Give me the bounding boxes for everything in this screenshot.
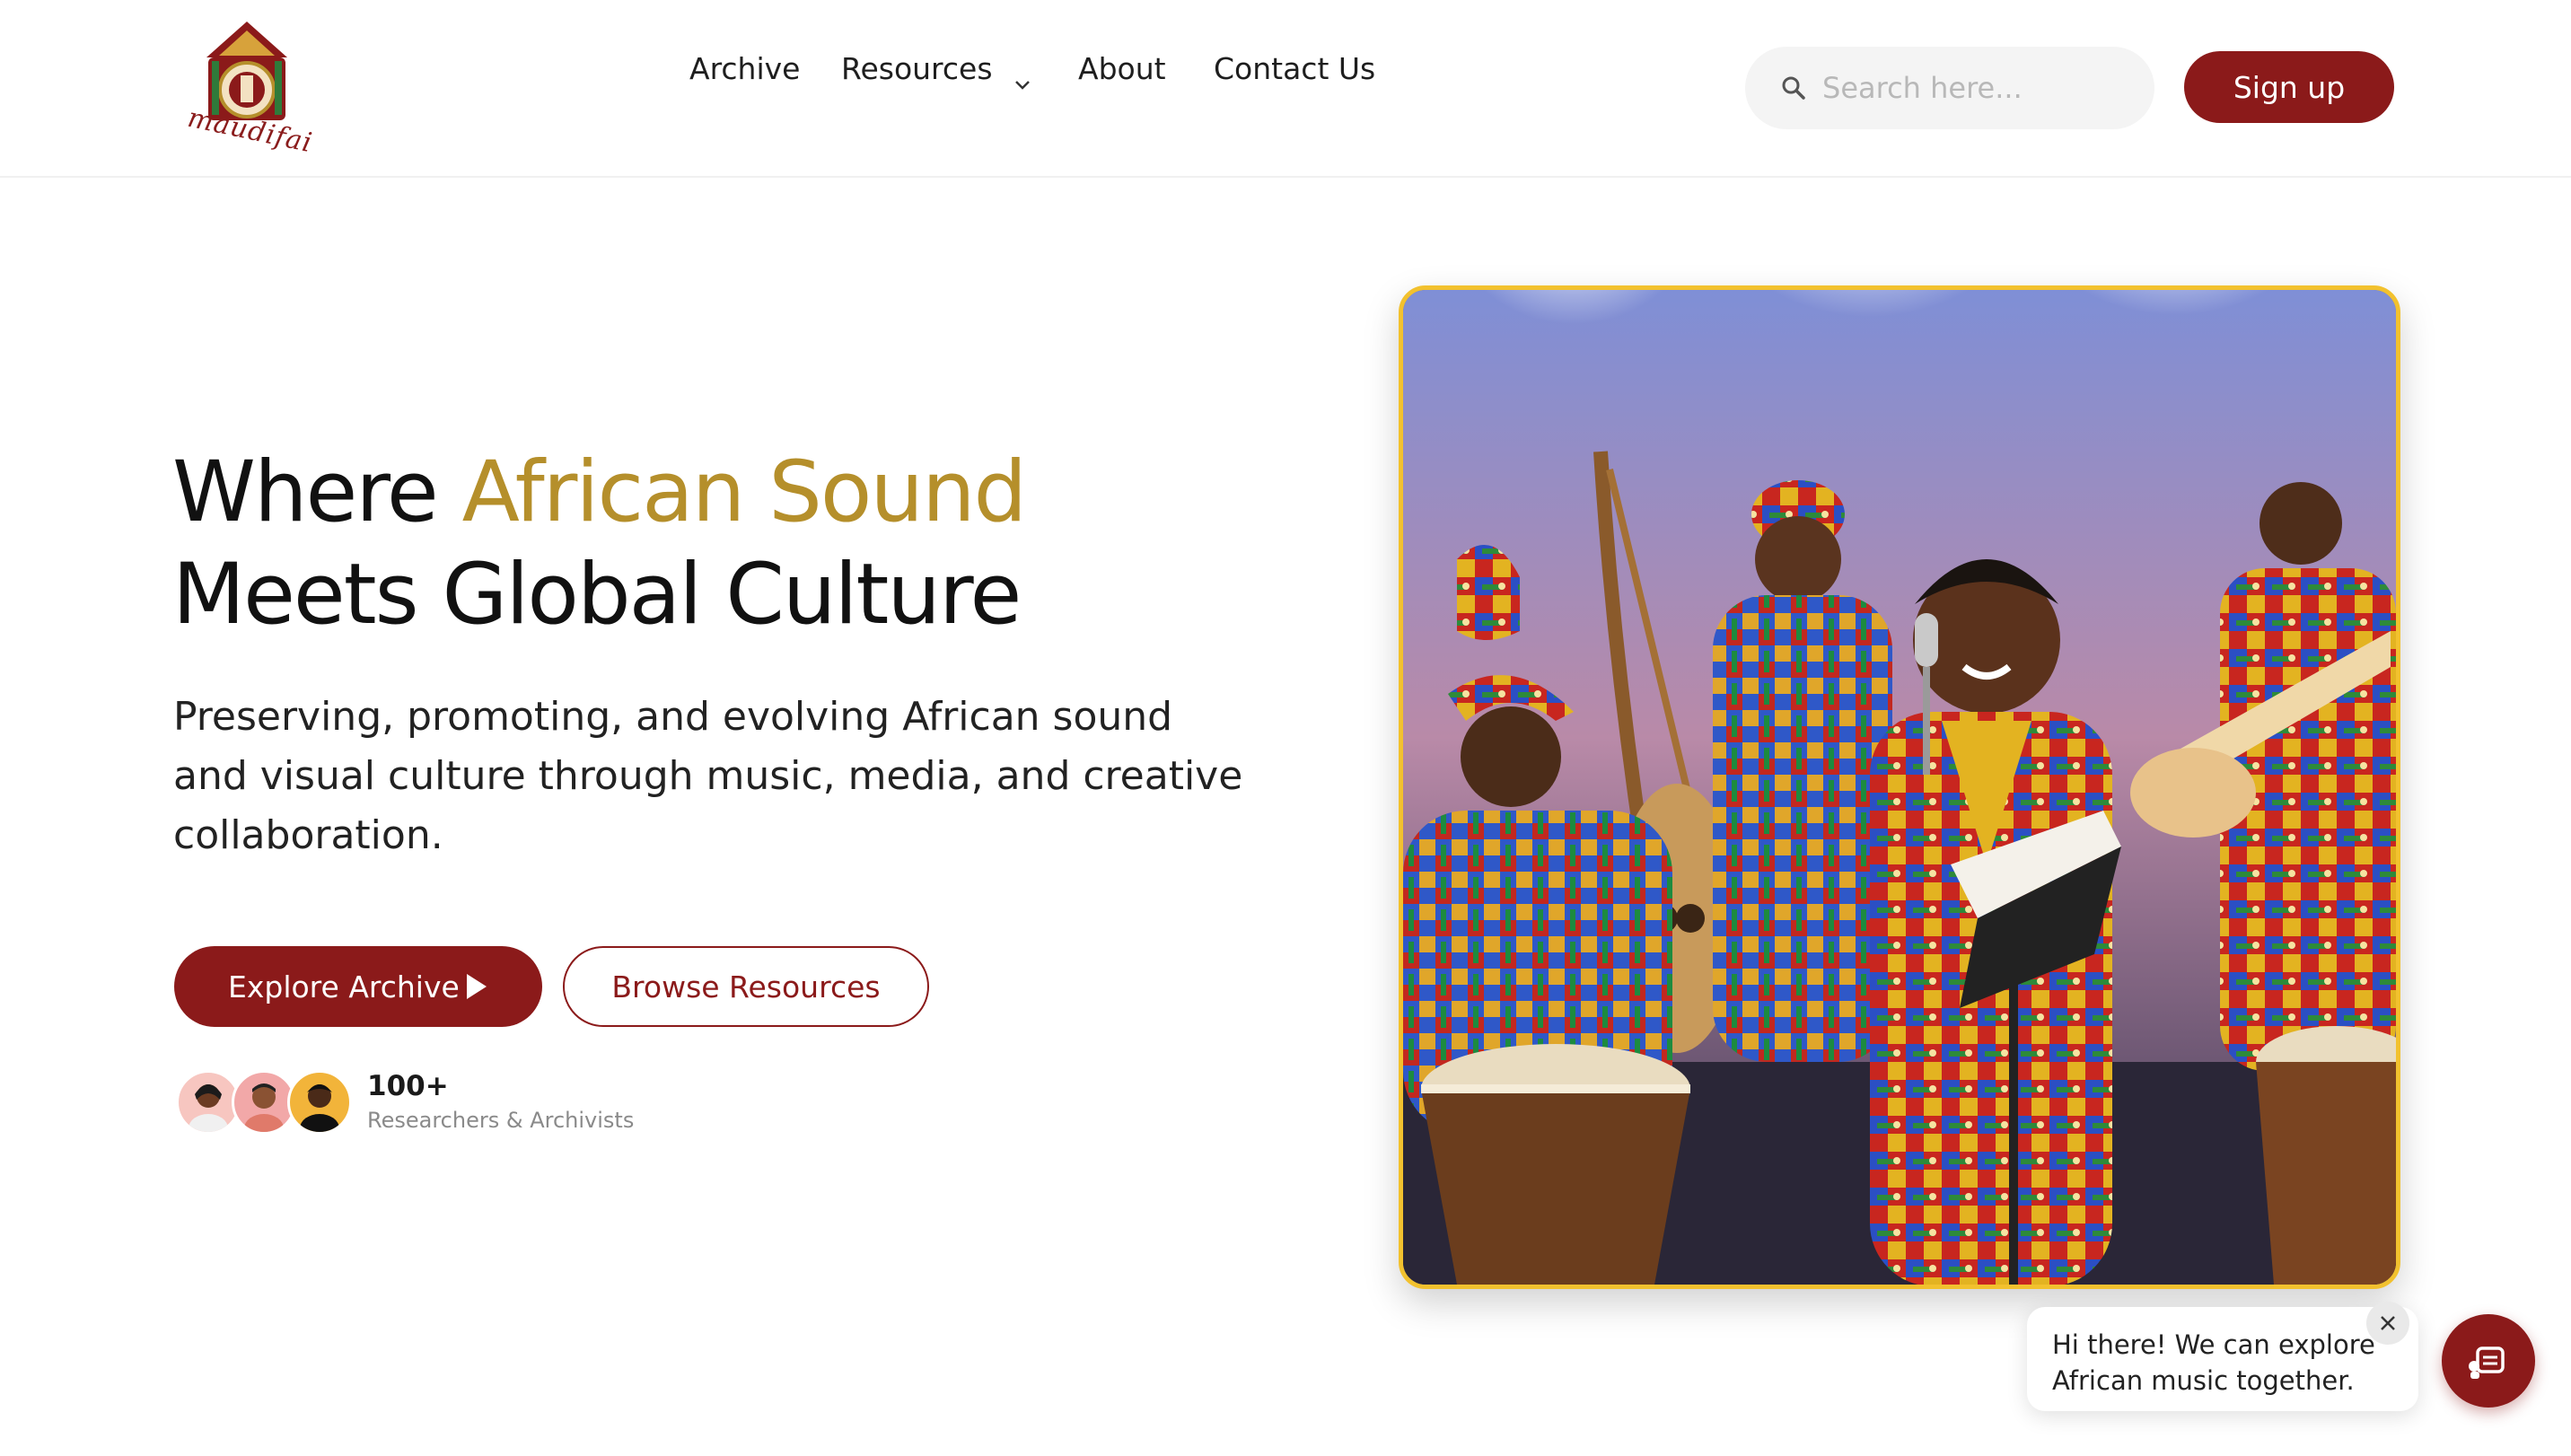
avatar xyxy=(287,1070,352,1135)
nav-resources[interactable]: Resources xyxy=(841,51,993,86)
explore-archive-label: Explore Archive xyxy=(228,969,460,1004)
search-input[interactable] xyxy=(1822,65,2128,111)
search-box[interactable] xyxy=(1745,47,2154,129)
signup-button[interactable]: Sign up xyxy=(2184,51,2394,123)
nav-archive[interactable]: Archive xyxy=(689,51,800,86)
african-band-performance-photo-icon xyxy=(1403,290,2396,1285)
community-count: 100+ xyxy=(367,1070,449,1102)
explore-archive-button[interactable]: Explore Archive xyxy=(174,946,542,1027)
hero-title-prefix: Where xyxy=(172,443,462,541)
nav-about[interactable]: About xyxy=(1078,51,1166,86)
site-header: maudifai Archive Resources About Contact… xyxy=(0,0,2571,178)
chat-bot-icon xyxy=(2469,1346,2505,1379)
chat-bot-button[interactable] xyxy=(2442,1314,2535,1408)
play-icon xyxy=(467,974,487,999)
community-label: Researchers & Archivists xyxy=(367,1108,635,1133)
search-icon xyxy=(1779,74,1808,102)
nav-contact-us[interactable]: Contact Us xyxy=(1214,51,1375,86)
browse-resources-button[interactable]: Browse Resources xyxy=(563,946,929,1027)
hero-title: Where African Sound Meets Global Culture xyxy=(172,442,1028,646)
chat-bubble: Hi there! We can explore African music t… xyxy=(2027,1307,2418,1411)
hero-title-line2: Meets Global Culture xyxy=(172,546,1022,644)
hero-description: Preserving, promoting, and evolving Afri… xyxy=(173,694,1243,858)
hero-title-accent: African Sound xyxy=(461,443,1028,541)
hero-image xyxy=(1399,285,2400,1289)
chevron-down-icon[interactable] xyxy=(1013,75,1032,95)
avatar-group xyxy=(176,1070,355,1136)
close-icon[interactable] xyxy=(2366,1302,2409,1345)
